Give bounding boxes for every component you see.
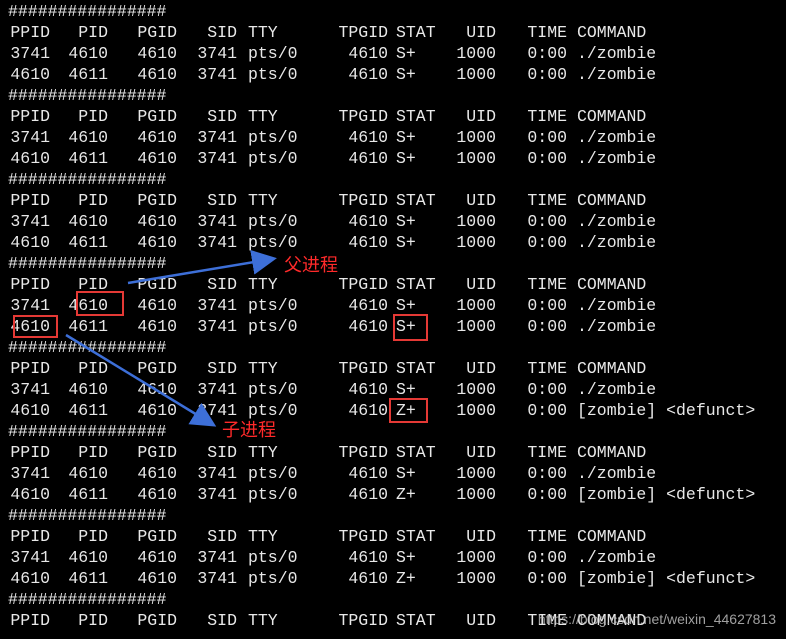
child-arrow (65, 333, 217, 427)
child-process-label: 子进程 (222, 420, 276, 441)
parent-pid-highlight (76, 291, 124, 316)
stat-sleeping-highlight (393, 314, 428, 341)
parent-arrow (127, 249, 277, 285)
watermark: https://blog.csdn.net/weixin_44627813 (537, 611, 776, 627)
stat-zombie-highlight (389, 398, 428, 423)
child-ppid-highlight (13, 315, 58, 338)
parent-process-label: 父进程 (284, 255, 338, 276)
